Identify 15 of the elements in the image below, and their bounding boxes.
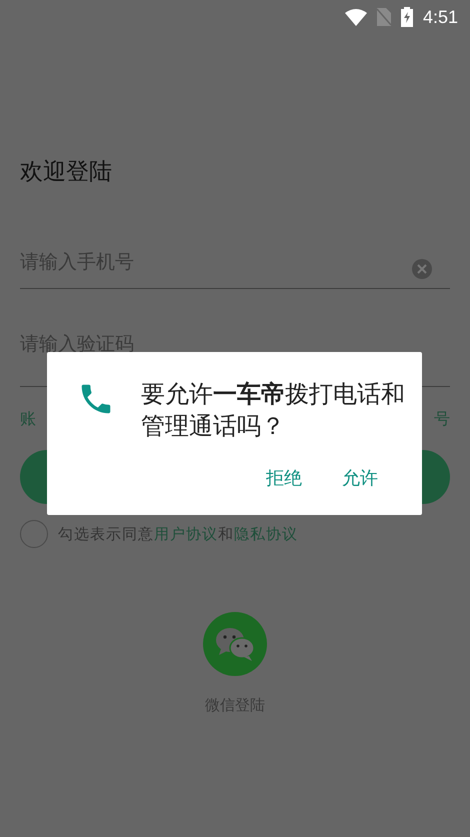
- clear-icon[interactable]: [412, 259, 432, 279]
- dialog-button[interactable]: 拒绝: [260, 462, 308, 494]
- agreement-link[interactable]: 隐私协议: [234, 524, 298, 542]
- agreement-link[interactable]: 用户协议: [154, 524, 218, 542]
- dialog-button[interactable]: 允许: [336, 462, 384, 494]
- dialog-message: 要允许一车帝拨打电话和管理通话吗？: [141, 379, 405, 442]
- text-link[interactable]: 账: [20, 409, 36, 430]
- page-title: 欢迎登陆: [20, 158, 113, 187]
- agreement-checkbox[interactable]: [20, 520, 48, 548]
- no-sim-icon: [376, 8, 391, 26]
- status-time: 4:51: [422, 6, 458, 28]
- chat-bubbles-icon: [215, 627, 255, 661]
- wifi-icon: [344, 8, 367, 26]
- battery-charging-icon: [400, 7, 413, 27]
- text-link[interactable]: 号: [434, 409, 450, 430]
